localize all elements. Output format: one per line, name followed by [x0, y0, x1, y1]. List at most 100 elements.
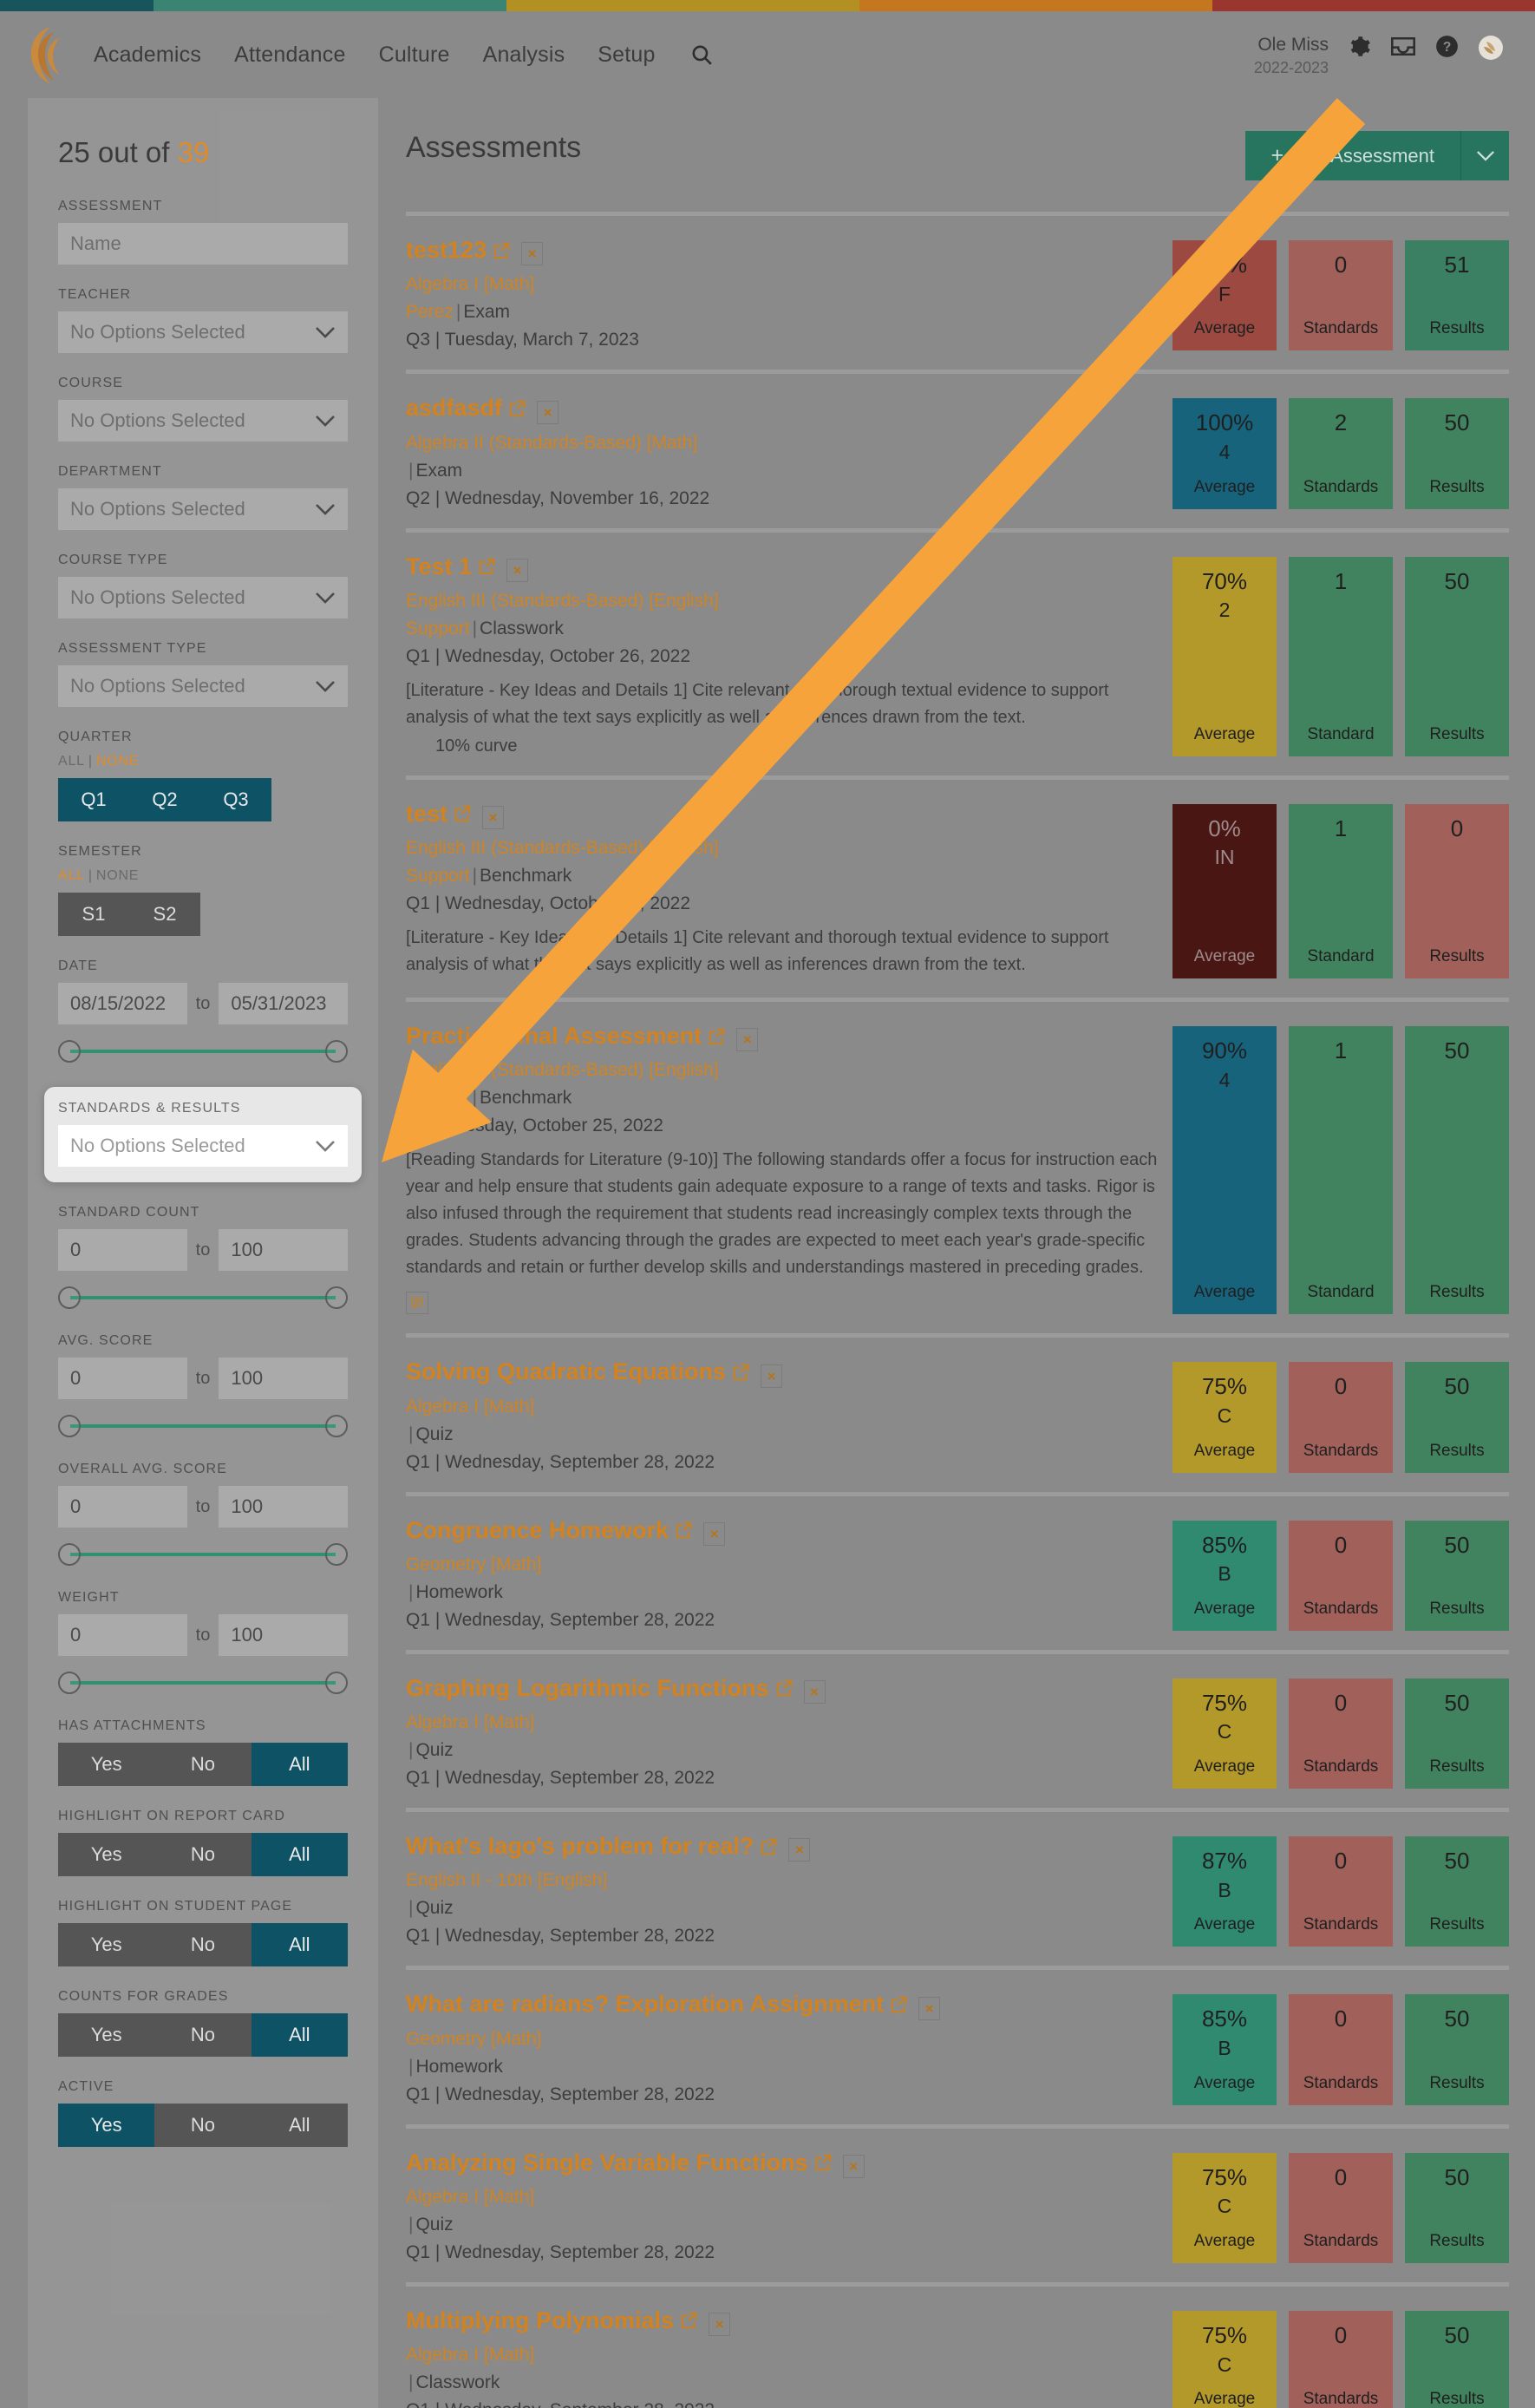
slider-knob-left[interactable]: [58, 1415, 81, 1437]
quarter-option-q2[interactable]: Q2: [129, 778, 200, 821]
gear-icon[interactable]: [1348, 31, 1371, 58]
stat-badge-average[interactable]: 75% C Average: [1172, 2310, 1277, 2408]
slider-knob-left[interactable]: [58, 1672, 81, 1694]
toggle-option-no[interactable]: No: [154, 2104, 251, 2147]
stat-badge-standards[interactable]: 0 Standards: [1289, 240, 1393, 351]
toggle-option-no[interactable]: No: [154, 1743, 251, 1786]
stat-badge-results[interactable]: 50 Results: [1405, 1026, 1509, 1315]
assessment-title-link[interactable]: Analyzing Single Variable Functions: [406, 2150, 833, 2176]
course-select[interactable]: No Options Selected: [58, 400, 348, 442]
stat-badge-results[interactable]: 50 Results: [1405, 1836, 1509, 1947]
abre-logo-icon[interactable]: [24, 24, 73, 85]
help-icon[interactable]: ?: [1435, 31, 1459, 58]
stat-badge-standard[interactable]: 1 Standard: [1289, 1026, 1393, 1315]
assessment-title-link[interactable]: test123: [406, 237, 511, 264]
toggle-option-yes[interactable]: Yes: [58, 2104, 155, 2147]
stat-badge-standards[interactable]: 0 Standards: [1289, 2152, 1393, 2263]
assessment-title-link[interactable]: Practice Final Assessment: [406, 1023, 726, 1050]
assessment-teacher-link[interactable]: Support: [406, 1088, 470, 1108]
remove-assessment-button[interactable]: ×: [506, 558, 529, 582]
assessment-course-link[interactable]: Geometry [Math]: [406, 1554, 1159, 1575]
toggle-option-yes[interactable]: Yes: [58, 2013, 155, 2057]
stat-badge-results[interactable]: 50 Results: [1405, 1678, 1509, 1790]
semester-option-s1[interactable]: S1: [58, 893, 129, 936]
semester-none-link[interactable]: NONE: [96, 868, 139, 883]
assessment-course-link[interactable]: Geometry [Math]: [406, 2029, 1159, 2050]
stat-badge-standards[interactable]: 2 Standards: [1289, 398, 1393, 509]
assessment-course-link[interactable]: Algebra I [Math]: [406, 1712, 1159, 1733]
stat-badge-results[interactable]: 50 Results: [1405, 2152, 1509, 2263]
toggle-option-all[interactable]: All: [251, 2104, 348, 2147]
stat-badge-average[interactable]: 75% C Average: [1172, 1362, 1277, 1473]
remove-assessment-button[interactable]: ×: [537, 400, 559, 424]
nav-link-culture[interactable]: Culture: [379, 43, 450, 68]
toggle-option-all[interactable]: All: [251, 1833, 348, 1876]
semester-all-link[interactable]: ALL: [58, 868, 85, 883]
overall-avg-slider[interactable]: [58, 1541, 348, 1567]
assessment-title-link[interactable]: asdfasdf: [406, 395, 526, 422]
stat-badge-standard[interactable]: 1 Standard: [1289, 803, 1393, 979]
stat-badge-results[interactable]: 50 Results: [1405, 556, 1509, 756]
quarter-option-q3[interactable]: Q3: [200, 778, 271, 821]
stat-badge-standard[interactable]: 1 Standard: [1289, 556, 1393, 756]
toggle-option-no[interactable]: No: [154, 1833, 251, 1876]
stat-badge-average[interactable]: 90% 4 Average: [1172, 1026, 1277, 1315]
remove-assessment-button[interactable]: ×: [788, 1838, 811, 1862]
stat-badge-results[interactable]: 50 Results: [1405, 2310, 1509, 2408]
stat-badge-average[interactable]: 0% IN Average: [1172, 803, 1277, 979]
date-to-input[interactable]: [219, 983, 348, 1024]
assessment-title-link[interactable]: What's Iago's problem for real?: [406, 1833, 778, 1860]
toggle-option-all[interactable]: All: [251, 2013, 348, 2057]
stat-badge-standards[interactable]: 0 Standards: [1289, 1994, 1393, 2105]
assessment-course-link[interactable]: Algebra I [Math]: [406, 274, 1159, 295]
toggle-option-all[interactable]: All: [251, 1743, 348, 1786]
assessment-course-link[interactable]: Algebra I [Math]: [406, 1397, 1159, 1417]
overall-avg-min-input[interactable]: [58, 1486, 187, 1528]
remove-assessment-button[interactable]: ×: [842, 2154, 865, 2178]
assessment-teacher-link[interactable]: Support: [406, 866, 470, 886]
stat-badge-standards[interactable]: 0 Standards: [1289, 1836, 1393, 1947]
stat-badge-average[interactable]: 75% C Average: [1172, 1678, 1277, 1790]
add-assessment-dropdown-toggle[interactable]: [1460, 131, 1509, 180]
quarter-all-link[interactable]: ALL: [58, 754, 85, 769]
assessment-teacher-link[interactable]: Perez: [406, 302, 454, 322]
assessment-type-select[interactable]: No Options Selected: [58, 665, 348, 707]
standard-count-max-input[interactable]: [219, 1229, 348, 1271]
standard-count-min-input[interactable]: [58, 1229, 187, 1271]
nav-link-academics[interactable]: Academics: [94, 43, 201, 68]
stat-badge-results[interactable]: 50 Results: [1405, 398, 1509, 509]
inbox-icon[interactable]: [1390, 31, 1416, 58]
stat-badge-results[interactable]: 51 Results: [1405, 240, 1509, 351]
assessment-course-link[interactable]: Algebra I [Math]: [406, 2187, 1159, 2208]
slider-knob-left[interactable]: [58, 1543, 81, 1566]
assessment-course-link[interactable]: Algebra I [Math]: [406, 2345, 1159, 2365]
slider-knob-right[interactable]: [325, 1415, 348, 1437]
stat-badge-average[interactable]: 85% B Average: [1172, 1520, 1277, 1631]
assessment-title-link[interactable]: Multiplying Polynomials: [406, 2307, 698, 2334]
stat-badge-average[interactable]: 100% 4 Average: [1172, 398, 1277, 509]
stat-badge-results[interactable]: 0 Results: [1405, 803, 1509, 979]
assessment-course-link[interactable]: English III (Standards-Based) [English]: [406, 591, 1159, 612]
assessment-title-link[interactable]: Congruence Homework: [406, 1517, 693, 1544]
avg-score-min-input[interactable]: [58, 1358, 187, 1399]
nav-link-attendance[interactable]: Attendance: [234, 43, 346, 68]
comment-icon[interactable]: [406, 1292, 428, 1315]
stat-badge-standards[interactable]: 0 Standards: [1289, 2310, 1393, 2408]
assessment-title-link[interactable]: Graphing Logarithmic Functions: [406, 1675, 794, 1702]
toggle-option-yes[interactable]: Yes: [58, 1833, 155, 1876]
assessment-title-link[interactable]: Test 1: [406, 553, 496, 580]
overall-avg-max-input[interactable]: [219, 1486, 348, 1528]
date-range-slider[interactable]: [58, 1038, 348, 1064]
remove-assessment-button[interactable]: ×: [521, 242, 544, 266]
slider-knob-right[interactable]: [325, 1672, 348, 1694]
toggle-option-yes[interactable]: Yes: [58, 1923, 155, 1966]
nav-link-setup[interactable]: Setup: [598, 43, 655, 68]
stat-badge-average[interactable]: 29% F Average: [1172, 240, 1277, 351]
remove-assessment-button[interactable]: ×: [803, 1680, 826, 1705]
assessment-title-link[interactable]: What are radians? Exploration Assignment: [406, 1991, 908, 2018]
slider-knob-right[interactable]: [325, 1286, 348, 1309]
slider-knob-left[interactable]: [58, 1040, 81, 1063]
toggle-option-yes[interactable]: Yes: [58, 1743, 155, 1786]
remove-assessment-button[interactable]: ×: [709, 2313, 731, 2337]
assessment-title-link[interactable]: Solving Quadratic Equations: [406, 1358, 750, 1385]
